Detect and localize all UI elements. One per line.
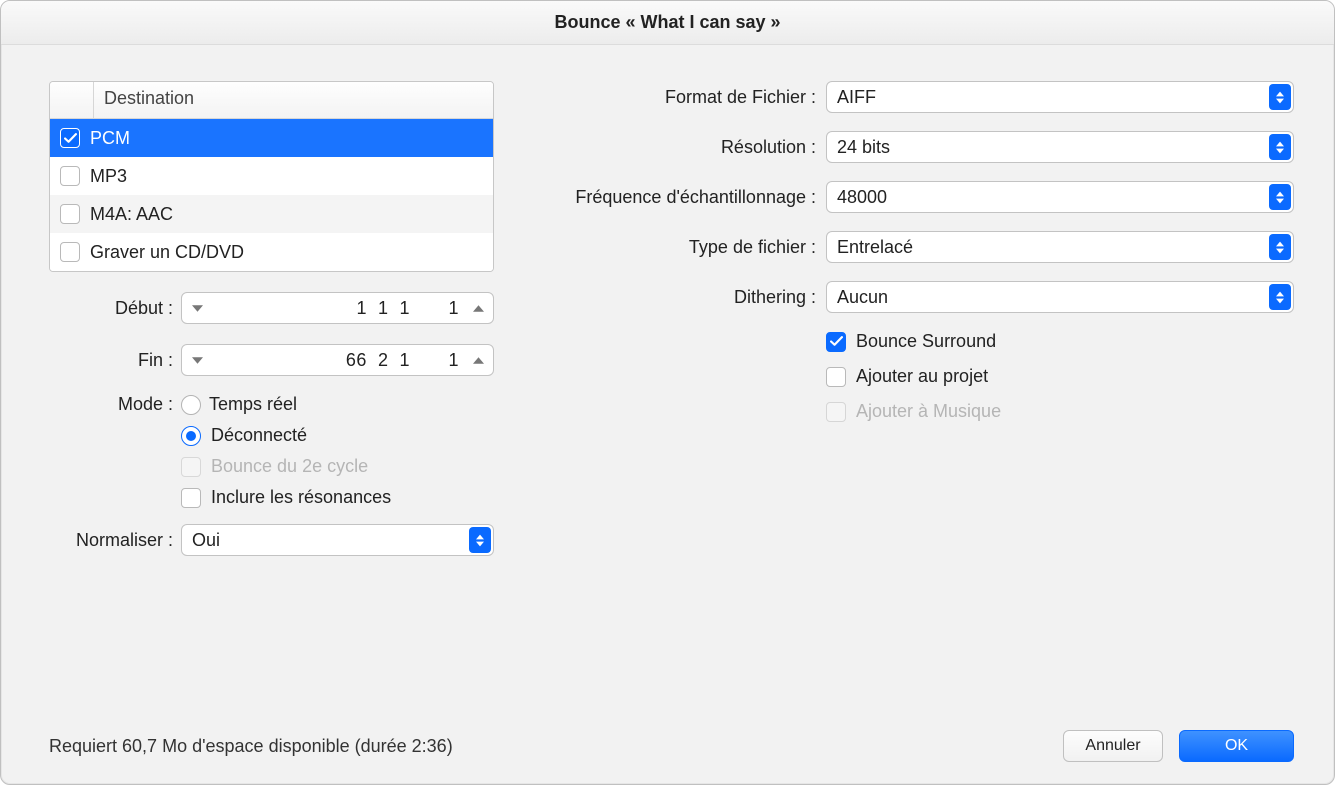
window-title: Bounce « What I can say » bbox=[1, 1, 1334, 45]
include-tails-label: Inclure les résonances bbox=[211, 487, 391, 508]
destination-label: Graver un CD/DVD bbox=[90, 242, 244, 263]
start-stepper[interactable]: 1 1 1 1 bbox=[181, 292, 494, 324]
start-value[interactable]: 1 1 1 1 bbox=[210, 298, 465, 319]
mode-offline-radio[interactable] bbox=[181, 426, 201, 446]
destination-row-mp3[interactable]: MP3 bbox=[50, 157, 493, 195]
ok-button[interactable]: OK bbox=[1179, 730, 1294, 762]
updown-icon[interactable] bbox=[1269, 284, 1291, 310]
normalize-value: Oui bbox=[192, 530, 220, 551]
updown-icon[interactable] bbox=[1269, 184, 1291, 210]
end-value[interactable]: 66 2 1 1 bbox=[210, 350, 465, 371]
chevron-up-icon[interactable] bbox=[465, 345, 491, 375]
file-format-label: Format de Fichier : bbox=[534, 87, 816, 108]
mode-realtime-radio[interactable] bbox=[181, 395, 201, 415]
file-format-select[interactable]: AIFF bbox=[826, 81, 1294, 113]
destination-table: Destination PCM MP3 bbox=[49, 81, 494, 272]
bounce-2nd-cycle-checkbox bbox=[181, 457, 201, 477]
add-to-music-checkbox bbox=[826, 402, 846, 422]
sample-rate-value: 48000 bbox=[837, 187, 887, 208]
destination-checkbox-mp3[interactable] bbox=[60, 166, 80, 186]
file-type-select[interactable]: Entrelacé bbox=[826, 231, 1294, 263]
end-stepper[interactable]: 66 2 1 1 bbox=[181, 344, 494, 376]
updown-icon[interactable] bbox=[1269, 134, 1291, 160]
destination-row-m4a[interactable]: M4A: AAC bbox=[50, 195, 493, 233]
bounce-2nd-cycle-label: Bounce du 2e cycle bbox=[211, 456, 368, 477]
destination-checkbox-pcm[interactable] bbox=[60, 128, 80, 148]
chevron-down-icon[interactable] bbox=[184, 345, 210, 375]
destination-label: MP3 bbox=[90, 166, 127, 187]
destination-row-burn[interactable]: Graver un CD/DVD bbox=[50, 233, 493, 271]
add-to-project-label: Ajouter au projet bbox=[856, 366, 988, 387]
cancel-button-label: Annuler bbox=[1085, 737, 1140, 755]
destination-row-pcm[interactable]: PCM bbox=[50, 119, 493, 157]
space-required-info: Requiert 60,7 Mo d'espace disponible (du… bbox=[49, 736, 453, 757]
updown-icon[interactable] bbox=[1269, 234, 1291, 260]
destination-column-header: Destination bbox=[94, 82, 493, 118]
resolution-label: Résolution : bbox=[534, 137, 816, 158]
destination-checkbox-m4a[interactable] bbox=[60, 204, 80, 224]
dithering-value: Aucun bbox=[837, 287, 888, 308]
mode-realtime-label: Temps réel bbox=[209, 394, 297, 415]
updown-icon[interactable] bbox=[469, 527, 491, 553]
add-to-music-label: Ajouter à Musique bbox=[856, 401, 1001, 422]
destination-check-column-header bbox=[50, 82, 94, 118]
chevron-down-icon[interactable] bbox=[184, 293, 210, 323]
resolution-select[interactable]: 24 bits bbox=[826, 131, 1294, 163]
bounce-surround-label: Bounce Surround bbox=[856, 331, 996, 352]
sample-rate-label: Fréquence d'échantillonnage : bbox=[534, 187, 816, 208]
end-label: Fin : bbox=[49, 350, 173, 371]
chevron-up-icon[interactable] bbox=[465, 293, 491, 323]
add-to-project-checkbox[interactable] bbox=[826, 367, 846, 387]
updown-icon[interactable] bbox=[1269, 84, 1291, 110]
normalize-select[interactable]: Oui bbox=[181, 524, 494, 556]
destination-label: M4A: AAC bbox=[90, 204, 173, 225]
mode-label: Mode : bbox=[49, 394, 173, 415]
normalize-label: Normaliser : bbox=[49, 530, 173, 551]
start-label: Début : bbox=[49, 298, 173, 319]
bounce-dialog: Bounce « What I can say » Destination PC… bbox=[0, 0, 1335, 785]
dithering-label: Dithering : bbox=[534, 287, 816, 308]
file-type-value: Entrelacé bbox=[837, 237, 913, 258]
file-type-label: Type de fichier : bbox=[534, 237, 816, 258]
sample-rate-select[interactable]: 48000 bbox=[826, 181, 1294, 213]
mode-offline-label: Déconnecté bbox=[211, 425, 307, 446]
ok-button-label: OK bbox=[1225, 737, 1248, 755]
bounce-surround-checkbox[interactable] bbox=[826, 332, 846, 352]
title-text: Bounce « What I can say » bbox=[554, 12, 780, 33]
file-format-value: AIFF bbox=[837, 87, 876, 108]
resolution-value: 24 bits bbox=[837, 137, 890, 158]
include-tails-checkbox[interactable] bbox=[181, 488, 201, 508]
cancel-button[interactable]: Annuler bbox=[1063, 730, 1163, 762]
dithering-select[interactable]: Aucun bbox=[826, 281, 1294, 313]
destination-checkbox-burn[interactable] bbox=[60, 242, 80, 262]
destination-label: PCM bbox=[90, 128, 130, 149]
